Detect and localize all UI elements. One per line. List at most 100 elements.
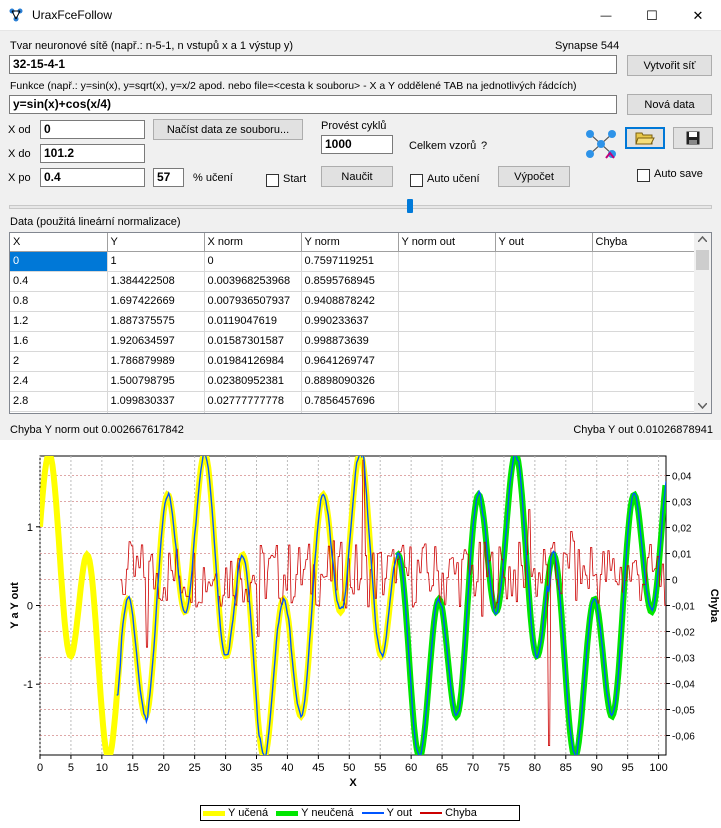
function-input[interactable]: y=sin(x)+cos(x/4) — [9, 95, 617, 114]
column-header[interactable]: Y norm — [301, 233, 399, 252]
table-scrollbar[interactable] — [694, 233, 711, 413]
table-cell[interactable]: 0.01587301587 — [204, 331, 302, 352]
table-cell[interactable]: 1.887375575 — [107, 311, 205, 332]
table-cell[interactable] — [495, 331, 593, 352]
table-cell[interactable]: 0.998873639 — [301, 331, 399, 352]
table-cell[interactable] — [495, 291, 593, 312]
compute-button[interactable]: Výpočet — [498, 166, 570, 187]
minimize-button[interactable]: — — [583, 0, 629, 31]
table-cell[interactable]: 0.02380952381 — [204, 371, 302, 392]
table-cell[interactable]: 1.697422669 — [107, 291, 205, 312]
table-cell[interactable] — [398, 271, 496, 292]
table-cell[interactable]: 0.990233637 — [301, 311, 399, 332]
new-data-button[interactable]: Nová data — [627, 94, 712, 115]
table-cell[interactable]: 1.786879989 — [107, 351, 205, 372]
table-cell[interactable] — [495, 271, 593, 292]
table-cell[interactable] — [592, 331, 697, 352]
slider-thumb[interactable] — [407, 199, 413, 213]
table-cell[interactable]: 1.920634597 — [107, 331, 205, 352]
table-cell[interactable] — [592, 311, 697, 332]
table-cell[interactable]: 0 — [204, 251, 302, 272]
table-cell[interactable]: 0.8898090326 — [301, 371, 399, 392]
table-cell[interactable] — [495, 411, 593, 413]
table-cell[interactable] — [495, 311, 593, 332]
column-header[interactable]: Y out — [495, 233, 593, 252]
table-cell[interactable] — [398, 391, 496, 412]
table-cell[interactable]: 1.384422508 — [107, 271, 205, 292]
table-cell[interactable]: 0.6657582505 — [301, 411, 399, 413]
table-cell[interactable] — [398, 351, 496, 372]
table-cell[interactable]: 0.9408878242 — [301, 291, 399, 312]
table-cell[interactable] — [592, 271, 697, 292]
table-cell[interactable] — [592, 351, 697, 372]
scroll-down-icon[interactable] — [698, 403, 707, 409]
table-row[interactable]: 3.20.63833256590.031746031750.6657582505 — [10, 411, 697, 413]
learn-percent-input[interactable]: 57 — [153, 168, 184, 187]
table-cell[interactable]: 2.4 — [10, 371, 108, 392]
column-header[interactable]: Y — [107, 233, 205, 252]
table-cell[interactable]: 0.007936507937 — [204, 291, 302, 312]
x-step-input[interactable]: 0.4 — [40, 168, 145, 187]
table-cell[interactable] — [592, 411, 697, 413]
table-row[interactable]: 2 1.786879989 0.01984126984 0.9641269747 — [10, 351, 697, 372]
table-cell[interactable] — [398, 311, 496, 332]
table-cell[interactable]: 1.500798795 — [107, 371, 205, 392]
column-header[interactable]: X — [10, 233, 108, 252]
table-cell[interactable]: 2 — [10, 351, 108, 372]
table-cell[interactable]: 0.003968253968 — [204, 271, 302, 292]
column-header[interactable]: Y norm out — [398, 233, 496, 252]
table-cell[interactable] — [495, 251, 593, 272]
maximize-button[interactable]: ☐ — [629, 0, 675, 31]
table-cell[interactable] — [398, 411, 496, 413]
open-file-button[interactable] — [625, 127, 665, 149]
table-row[interactable]: 0 1 0 0.7597119251 — [10, 251, 697, 272]
create-network-button[interactable]: Vytvořit síť — [627, 55, 712, 76]
auto-learn-checkbox[interactable] — [410, 174, 423, 187]
table-cell[interactable]: 0.8 — [10, 291, 108, 312]
x-to-input[interactable]: 101.2 — [40, 144, 145, 163]
table-cell[interactable] — [592, 391, 697, 412]
close-button[interactable]: ✕ — [675, 0, 721, 31]
table-cell[interactable] — [495, 391, 593, 412]
slider-track[interactable] — [9, 205, 712, 209]
table-cell[interactable]: 3.2 — [10, 411, 108, 413]
save-file-button[interactable] — [673, 127, 713, 149]
table-cell[interactable]: 0.02777777778 — [204, 391, 302, 412]
table-cell[interactable]: 0.01984126984 — [204, 351, 302, 372]
scroll-thumb[interactable] — [696, 250, 709, 270]
table-row[interactable]: 1.2 1.887375575 0.0119047619 0.990233637 — [10, 311, 697, 332]
column-header[interactable]: X norm — [204, 233, 302, 252]
table-cell[interactable] — [592, 251, 697, 272]
network-shape-input[interactable]: 32-15-4-1 — [9, 55, 617, 74]
x-from-input[interactable]: 0 — [40, 120, 145, 139]
teach-button[interactable]: Naučit — [321, 166, 393, 187]
table-cell[interactable]: 1.2 — [10, 311, 108, 332]
table-cell[interactable] — [398, 371, 496, 392]
table-cell[interactable]: 2.8 — [10, 391, 108, 412]
table-cell[interactable]: 0.03174603175 — [204, 411, 302, 413]
table-cell[interactable] — [495, 371, 593, 392]
table-row[interactable]: 0.4 1.384422508 0.003968253968 0.8595768945 — [10, 271, 697, 292]
table-row[interactable]: 2.4 1.500798795 0.02380952381 0.8898090326 — [10, 371, 697, 392]
auto-save-checkbox[interactable] — [637, 169, 650, 182]
table-cell[interactable] — [398, 251, 496, 272]
table-cell[interactable] — [398, 291, 496, 312]
table-cell[interactable] — [495, 351, 593, 372]
table-cell[interactable] — [592, 291, 697, 312]
table-cell[interactable]: 0.4 — [10, 271, 108, 292]
cycles-input[interactable]: 1000 — [321, 135, 393, 154]
table-cell[interactable]: 0.7856457696 — [301, 391, 399, 412]
table-row[interactable]: 1.6 1.920634597 0.01587301587 0.998873639 — [10, 331, 697, 352]
table-cell[interactable]: 0 — [10, 251, 108, 272]
table-cell[interactable]: 1.099830337 — [107, 391, 205, 412]
table-cell[interactable] — [398, 331, 496, 352]
table-cell[interactable]: 0.0119047619 — [204, 311, 302, 332]
table-cell[interactable]: 0.8595768945 — [301, 271, 399, 292]
column-header[interactable]: Chyba — [592, 233, 697, 252]
table-row[interactable]: 2.8 1.099830337 0.02777777778 0.7856457696 — [10, 391, 697, 412]
scroll-up-icon[interactable] — [698, 236, 707, 242]
table-cell[interactable]: 1.6 — [10, 331, 108, 352]
table-cell[interactable]: 0.7597119251 — [301, 251, 399, 272]
table-cell[interactable]: 0.9641269747 — [301, 351, 399, 372]
start-checkbox[interactable] — [266, 174, 279, 187]
